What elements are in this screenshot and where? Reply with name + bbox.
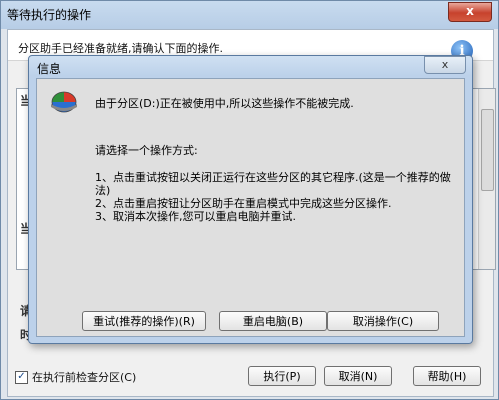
window-close-button[interactable]: x xyxy=(448,2,492,22)
partition-assistant-icon xyxy=(51,91,77,113)
info-dialog: 信息 x 由于分区(D:)正在被使用中,所以这些操作不能被完成. 请选择一个操作… xyxy=(28,55,473,344)
option-3: 3、取消本次操作,您可以重启电脑并重试. xyxy=(95,210,296,223)
dialog-title: 信息 xyxy=(37,62,62,76)
scrollbar-thumb[interactable] xyxy=(481,109,494,191)
help-button[interactable]: 帮助(H) xyxy=(413,366,481,386)
retry-button[interactable]: 重试(推荐的操作)(R) xyxy=(82,311,206,331)
cancel-operation-button[interactable]: 取消操作(C) xyxy=(327,311,439,331)
window-title: 等待执行的操作 xyxy=(7,8,92,22)
restart-button[interactable]: 重启电脑(B) xyxy=(219,311,327,331)
check-before-execute-checkbox[interactable]: ✓ xyxy=(15,370,28,384)
cancel-button[interactable]: 取消(N) xyxy=(324,366,392,386)
check-before-execute[interactable]: ✓ 在执行前检查分区(C) xyxy=(15,369,136,385)
check-before-execute-label: 在执行前检查分区(C) xyxy=(32,371,137,384)
dialog-close-button[interactable]: x xyxy=(424,56,466,74)
execute-button[interactable]: 执行(P) xyxy=(248,366,316,386)
info-text: 分区助手已经准备就绪,请确认下面的操作. xyxy=(18,42,223,55)
scrollbar[interactable] xyxy=(478,89,495,269)
option-1-line-1: 1、点击重试按钮以关闭正运行在这些分区的其它程序.(这是一个推荐的做 xyxy=(95,171,451,184)
dialog-content: 由于分区(D:)正在被使用中,所以这些操作不能被完成. 请选择一个操作方式: 1… xyxy=(36,78,465,337)
dialog-message: 由于分区(D:)正在被使用中,所以这些操作不能被完成. xyxy=(95,97,354,110)
choose-prompt: 请选择一个操作方式: xyxy=(95,144,198,157)
